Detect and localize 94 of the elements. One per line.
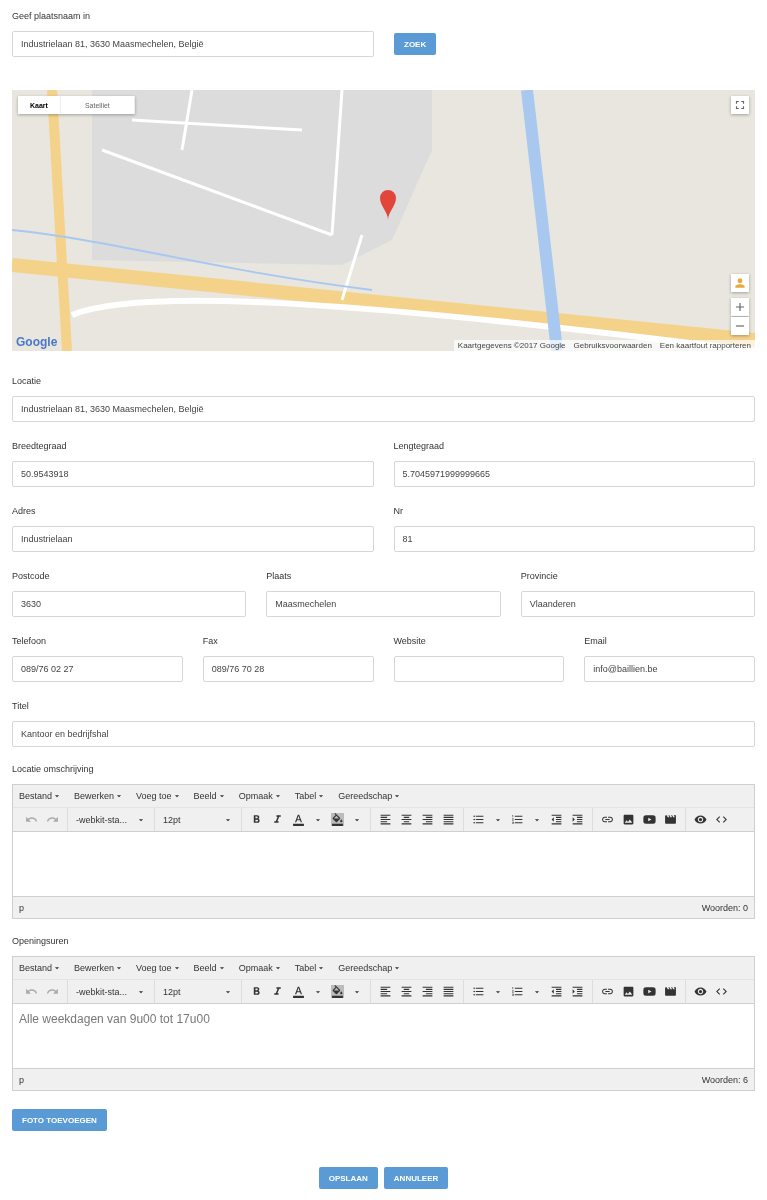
map-logo: Google [16, 335, 58, 349]
align-justify-icon[interactable] [442, 985, 455, 998]
align-left-icon[interactable] [379, 985, 392, 998]
menu-item[interactable]: Voeg toe [136, 963, 182, 973]
code-icon[interactable] [715, 813, 728, 826]
input-field[interactable]: 089/76 70 28 [202, 656, 374, 682]
map-link[interactable]: Een kaartfout rapporteren [659, 341, 751, 350]
element-path: p [19, 902, 24, 913]
field-label: Breedtegraad [12, 440, 68, 453]
element-path: p [19, 1074, 24, 1085]
menu-item[interactable]: Bewerken [74, 791, 125, 801]
code-icon[interactable] [715, 985, 728, 998]
menu-item[interactable]: Gereedschap [338, 791, 403, 801]
menu-item[interactable]: Opmaak [238, 963, 283, 973]
align-left-icon[interactable] [379, 813, 392, 826]
field-label: Locatie omschrijving [12, 763, 95, 776]
field-label: Locatie [12, 375, 43, 388]
field-label: Fax [202, 635, 219, 648]
film-icon[interactable] [664, 985, 677, 998]
field-label: Lengtegraad [393, 440, 446, 453]
field-label: Titel [12, 700, 30, 713]
field-label: Geef plaatsnaam in [12, 10, 92, 23]
menu-item[interactable]: Tabel [294, 963, 327, 973]
field-label: Adres [12, 505, 37, 518]
font-size-dropdown[interactable]: 12pt [163, 814, 233, 825]
align-justify-icon[interactable] [442, 813, 455, 826]
field-label: Email [584, 635, 608, 648]
input-field[interactable]: 81 [393, 526, 755, 552]
input-field[interactable]: Industrielaan [12, 526, 374, 552]
text-color-icon[interactable] [292, 985, 305, 998]
field-label: Postcode [12, 570, 51, 583]
field-label: Openingsuren [12, 935, 70, 948]
editor-text: Alle weekdagen van 9u00 tot 17u00 [19, 1012, 210, 1026]
numbered-list-icon[interactable] [511, 813, 524, 826]
menu-item[interactable]: Opmaak [238, 791, 283, 801]
menu-item[interactable]: Tabel [294, 791, 327, 801]
align-right-icon[interactable] [421, 985, 434, 998]
input-field[interactable]: Industrielaan 81, 3630 Maasmechelen, België [12, 396, 755, 422]
menu-item[interactable]: Gereedschap [338, 963, 403, 973]
input-field[interactable]: 3630 [12, 591, 247, 617]
field-label: Provincie [520, 570, 559, 583]
indent-icon[interactable] [571, 985, 584, 998]
font-family-dropdown[interactable]: -webkit-sta... [76, 986, 146, 997]
indent-icon[interactable] [571, 813, 584, 826]
video-icon[interactable] [643, 985, 656, 998]
input-field[interactable] [393, 656, 565, 682]
outdent-icon[interactable] [550, 985, 563, 998]
numbered-list-icon[interactable] [511, 985, 524, 998]
film-icon[interactable] [664, 813, 677, 826]
align-center-icon[interactable] [400, 985, 413, 998]
person-icon [733, 276, 747, 290]
image-icon[interactable] [622, 985, 635, 998]
input-field[interactable]: 089/76 02 27 [12, 656, 183, 682]
font-family-dropdown[interactable]: -webkit-sta... [76, 814, 146, 825]
menu-item[interactable]: Bestand [19, 963, 63, 973]
image-icon[interactable] [622, 813, 635, 826]
video-icon[interactable] [643, 813, 656, 826]
menu-item[interactable]: Beeld [193, 963, 227, 973]
input-field[interactable]: 5.7045971999999665 [393, 461, 755, 487]
input-field[interactable]: Maasmechelen [266, 591, 501, 617]
fill-color-icon[interactable] [331, 813, 344, 826]
input-field[interactable]: 50.9543918 [12, 461, 374, 487]
eye-icon[interactable] [694, 813, 707, 826]
fullscreen-button[interactable] [731, 96, 749, 114]
field-label: Nr [393, 505, 404, 518]
text-color-icon[interactable] [292, 813, 305, 826]
menu-item[interactable]: Bewerken [74, 963, 125, 973]
plus-icon [733, 300, 747, 314]
input-field[interactable]: Industrielaan 81, 3630 Maasmechelen, België [12, 31, 374, 57]
outdent-icon[interactable] [550, 813, 563, 826]
font-size-dropdown[interactable]: 12pt [163, 986, 233, 997]
map-link[interactable]: Gebruiksvoorwaarden [573, 341, 652, 350]
input-field[interactable]: Vlaanderen [520, 591, 755, 617]
menu-item[interactable]: Bestand [19, 791, 63, 801]
word-count: Woorden: 0 [701, 902, 748, 913]
fullscreen-icon [733, 98, 747, 112]
align-center-icon[interactable] [400, 813, 413, 826]
field-label: Plaats [266, 570, 293, 583]
input-field[interactable]: Kantoor en bedrijfshal [12, 721, 755, 747]
input-field[interactable]: info@baillien.be [584, 656, 755, 682]
eye-icon[interactable] [694, 985, 707, 998]
menu-item[interactable]: Beeld [193, 791, 227, 801]
field-label: Website [393, 635, 427, 648]
bullet-list-icon[interactable] [472, 813, 485, 826]
word-count: Woorden: 6 [701, 1074, 748, 1085]
field-label: Telefoon [12, 635, 48, 648]
attribution-text: Kaartgegevens ©2017 Google [457, 341, 566, 350]
map-pin-icon[interactable] [380, 190, 396, 220]
align-right-icon[interactable] [421, 813, 434, 826]
italic-icon[interactable] [271, 813, 284, 826]
bullet-list-icon[interactable] [472, 985, 485, 998]
fill-color-icon[interactable] [331, 985, 344, 998]
menu-item[interactable]: Voeg toe [136, 791, 182, 801]
italic-icon[interactable] [271, 985, 284, 998]
